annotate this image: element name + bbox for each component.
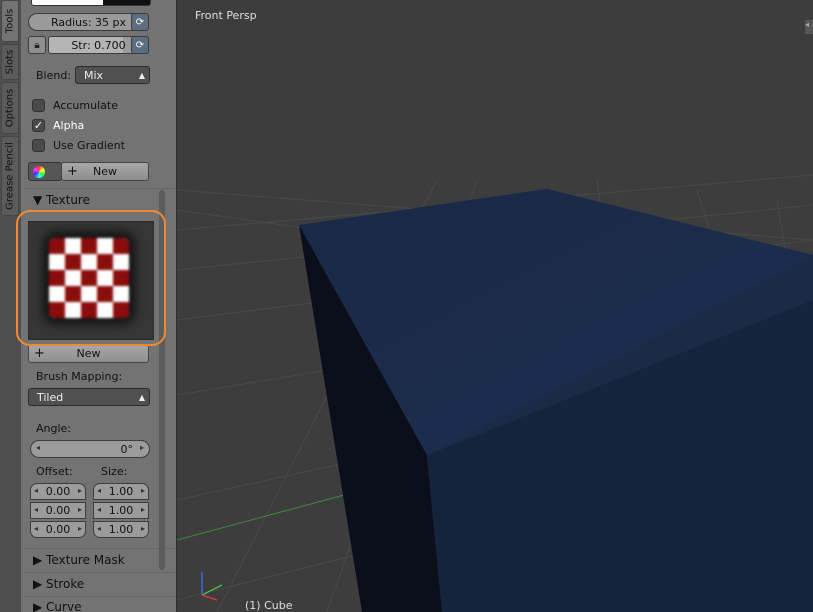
offset-y-field[interactable]: ◂ 0.00 ▸ xyxy=(30,502,86,519)
size-label: Size: xyxy=(101,465,128,478)
texture-highlight-outline xyxy=(16,210,166,346)
lock-icon[interactable]: 🔒︎ xyxy=(28,36,46,54)
size-x-field[interactable]: ◂ 1.00 ▸ xyxy=(93,483,149,500)
offset-label: Offset: xyxy=(36,465,73,478)
right-arrow-icon: ▸ xyxy=(139,443,144,452)
3d-viewport[interactable]: Front Persp (1) Cube ◂ xyxy=(177,0,813,612)
stroke-section-header[interactable]: ▶ Stroke xyxy=(33,577,84,591)
alpha-checkbox[interactable]: ✓ xyxy=(32,119,45,132)
alpha-label: Alpha xyxy=(53,119,85,132)
viewport-canvas xyxy=(177,174,813,612)
divider xyxy=(25,596,175,597)
tab-slots[interactable]: Slots xyxy=(1,44,19,80)
brush-browse-button[interactable] xyxy=(28,162,62,181)
tab-grease-pencil[interactable]: Grease Pencil xyxy=(1,136,19,216)
offset-x-field[interactable]: ◂ 0.00 ▸ xyxy=(30,483,86,500)
blend-label: Blend: xyxy=(36,69,72,82)
use-gradient-checkbox[interactable] xyxy=(32,139,45,152)
angle-label: Angle: xyxy=(36,422,72,435)
pressure-strength-icon[interactable]: ⟳ xyxy=(131,36,149,54)
updown-arrow-icon: ▲ xyxy=(138,392,145,402)
offset-z-field[interactable]: ◂ 0.00 ▸ xyxy=(30,521,86,538)
texture-new-button[interactable]: + New xyxy=(28,344,149,363)
object-label: (1) Cube xyxy=(245,599,293,612)
color-wheel-icon xyxy=(33,165,45,178)
color-swatch[interactable] xyxy=(31,0,151,6)
pressure-radius-icon[interactable]: ⟳ xyxy=(131,13,149,31)
plus-icon: + xyxy=(34,346,45,361)
accumulate-label: Accumulate xyxy=(53,99,118,112)
angle-field[interactable]: ◂ 0° ▸ xyxy=(30,440,150,458)
texture-section-header[interactable]: ▼ Texture xyxy=(33,193,90,207)
accumulate-checkbox[interactable] xyxy=(32,99,45,112)
tab-tools[interactable]: Tools xyxy=(1,0,19,42)
brush-mapping-label: Brush Mapping: xyxy=(36,370,123,383)
view-label: Front Persp xyxy=(195,9,257,22)
brush-mapping-dropdown[interactable]: Tiled ▲ xyxy=(28,388,150,406)
texture-mask-section-header[interactable]: ▶ Texture Mask xyxy=(33,553,125,567)
tab-options[interactable]: Options xyxy=(1,82,19,134)
size-z-field[interactable]: ◂ 1.00 ▸ xyxy=(93,521,149,538)
blend-dropdown[interactable]: Mix ▲ xyxy=(75,66,150,84)
curve-section-header[interactable]: ▶ Curve xyxy=(33,600,81,612)
divider xyxy=(25,572,175,573)
left-arrow-icon: ◂ xyxy=(36,443,41,452)
size-y-field[interactable]: ◂ 1.00 ▸ xyxy=(93,502,149,519)
use-gradient-label: Use Gradient xyxy=(53,139,125,152)
axis-gizmo xyxy=(201,572,223,601)
divider xyxy=(25,188,175,189)
toggle-panel-icon[interactable]: ◂ xyxy=(805,20,813,34)
brush-new-button[interactable]: + New xyxy=(61,162,149,181)
updown-arrow-icon: ▲ xyxy=(138,70,145,80)
plus-icon: + xyxy=(67,164,78,179)
divider xyxy=(25,548,175,549)
